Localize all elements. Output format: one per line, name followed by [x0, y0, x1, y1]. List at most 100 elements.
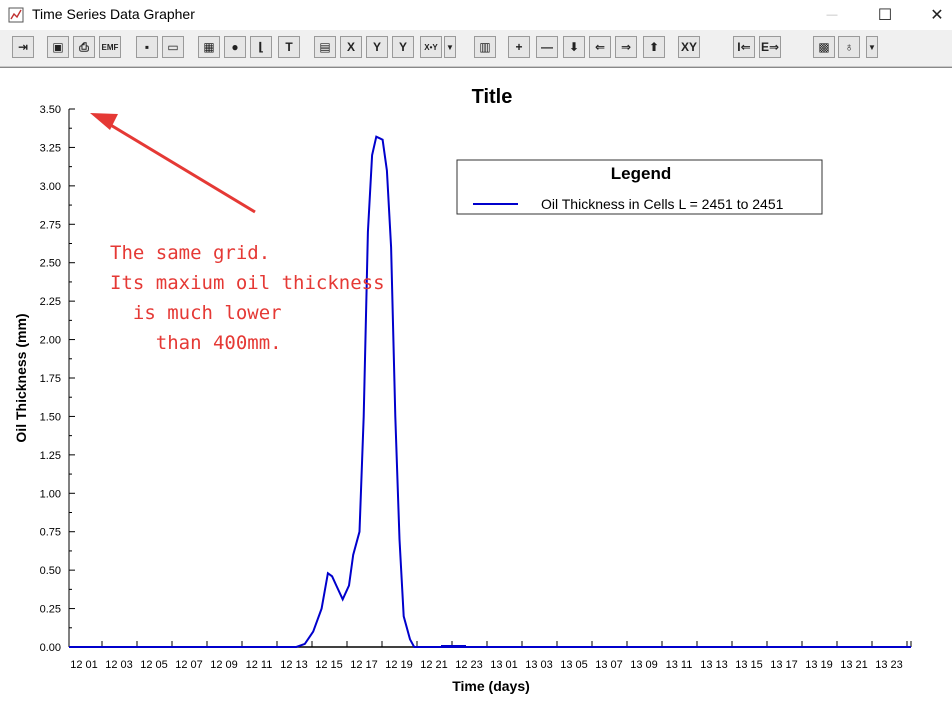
y-tick-label: 2.25	[40, 296, 61, 308]
close-button[interactable]: ✕	[914, 0, 952, 30]
pan-up-button[interactable]: ⬆	[643, 36, 665, 58]
end-bracket-icon: E⇒	[760, 40, 780, 54]
series-icon: ▤	[319, 40, 331, 54]
x-tick-label: 12 21	[420, 659, 448, 671]
minimize-button[interactable]: —	[809, 0, 855, 30]
window-title: Time Series Data Grapher	[32, 6, 195, 22]
x-tick-label: 13 01	[490, 659, 518, 671]
maximize-button[interactable]: ☐	[862, 0, 908, 30]
y-tick-label: 1.75	[40, 373, 61, 385]
y-tick-label: 2.00	[40, 335, 61, 347]
xy-button[interactable]: X•Y	[420, 36, 442, 58]
copy-bitmap-button[interactable]: ▣	[47, 36, 69, 58]
end-button[interactable]: E⇒	[759, 36, 781, 58]
arrow-right-icon: ⇒	[620, 40, 632, 54]
emf-export-icon: EMF	[101, 42, 119, 52]
annotation-line-1: The same grid.	[110, 242, 271, 264]
y-axis-button[interactable]: Y	[366, 36, 388, 58]
print-button[interactable]: ⎙	[73, 36, 95, 58]
paint-icon: ●	[231, 40, 239, 54]
y-tick-label: 1.25	[40, 450, 61, 462]
open-button[interactable]: ▭	[162, 36, 184, 58]
xy-reset-button[interactable]: XY	[678, 36, 700, 58]
x-axis-label: Time (days)	[452, 678, 530, 694]
y2-axis-icon: Y	[398, 40, 407, 54]
x-tick-label: 12 07	[175, 659, 203, 671]
grid-icon: ▦	[203, 40, 215, 54]
annotation-arrow	[90, 113, 256, 214]
y-tick-label: 2.50	[40, 258, 61, 270]
x-tick-label: 13 07	[595, 659, 623, 671]
y-tick-label: 1.50	[40, 411, 61, 423]
copy-icon: ▣	[52, 40, 64, 54]
y-tick-label: 0.25	[40, 604, 61, 616]
chevron-down-icon: ▼	[868, 42, 876, 52]
floppy-disk-icon: ▪	[144, 40, 150, 54]
fill-button[interactable]: ●	[224, 36, 246, 58]
plus-icon: +	[515, 40, 523, 54]
marker-icon: ♁	[844, 40, 854, 54]
x-tick-label: 12 19	[385, 659, 413, 671]
text-icon: T	[285, 40, 293, 54]
pan-right-button[interactable]: ⇒	[615, 36, 637, 58]
start-button[interactable]: I⇐	[733, 36, 755, 58]
x-tick-label: 13 09	[630, 659, 658, 671]
xy-dropdown-button[interactable]: ▼	[444, 36, 456, 58]
x-axis-icon: X	[346, 40, 355, 54]
legend-button[interactable]: ▥	[474, 36, 496, 58]
y-tick-label: 0.75	[40, 527, 61, 539]
annotation-line-4: than 400mm.	[110, 332, 282, 354]
legend[interactable]: Legend Oil Thickness in Cells L = 2451 t…	[456, 159, 823, 215]
save-button[interactable]: ▪	[136, 36, 158, 58]
y-tick-label: 1.00	[40, 488, 61, 500]
background-icon: ▩	[818, 40, 830, 54]
y-tick-label: 2.75	[40, 219, 61, 231]
x-tick-label: 12 17	[350, 659, 378, 671]
x-tick-label: 12 13	[280, 659, 308, 671]
legend-title: Legend	[611, 164, 671, 183]
pan-left-button[interactable]: ⇐	[589, 36, 611, 58]
y-tick-label: 3.50	[40, 104, 61, 116]
maximize-icon: ☐	[877, 7, 893, 24]
axes-icon: ⌊	[258, 40, 264, 54]
exit-button[interactable]: ⇥	[12, 36, 34, 58]
axes-button[interactable]: ⌊	[250, 36, 272, 58]
marker-button[interactable]: ♁	[838, 36, 860, 58]
y-axis-label: Oil Thickness (mm)	[13, 313, 29, 442]
title-bar: Time Series Data Grapher — ☐ ✕	[0, 0, 952, 30]
x-tick-label: 13 03	[525, 659, 553, 671]
series-button[interactable]: ▤	[314, 36, 336, 58]
export-emf-button[interactable]: EMF	[99, 36, 121, 58]
background-button[interactable]: ▩	[813, 36, 835, 58]
marker-dropdown-button[interactable]: ▼	[866, 36, 878, 58]
x-tick-label: 13 21	[840, 659, 868, 671]
x-tick-label: 13 11	[666, 659, 693, 671]
x-tick-label: 13 05	[560, 659, 588, 671]
folder-icon: ▭	[167, 40, 179, 54]
y2-axis-button[interactable]: Y	[392, 36, 414, 58]
zoom-out-button[interactable]: —	[536, 36, 558, 58]
grid-button[interactable]: ▦	[198, 36, 220, 58]
annotation-note: The same grid. Its maxium oil thickness …	[110, 238, 385, 358]
y-tick-label: 3.25	[40, 142, 61, 154]
chart-title: Title	[472, 86, 513, 108]
x-tick-label: 13 17	[770, 659, 798, 671]
annotation-line-3: is much lower	[110, 302, 282, 324]
legend-icon: ▥	[479, 40, 491, 54]
annotation-line-2: Its maxium oil thickness	[110, 272, 385, 294]
x-axis-button[interactable]: X	[340, 36, 362, 58]
toolbar: ⇥ ▣ ⎙ EMF ▪ ▭ ▦ ● ⌊ T ▤ X Y Y X•Y ▥ + — ⬇ ⇐ ⇒ ⬆ XY I⇐ E⇒ ▩ ♁ ▼ ▼	[0, 30, 952, 67]
app-icon	[8, 7, 24, 23]
x-tick-label: 12 23	[455, 659, 483, 671]
minimize-icon: —	[826, 9, 838, 21]
zoom-in-button[interactable]: +	[508, 36, 530, 58]
x-tick-label: 12 01	[70, 659, 98, 671]
x-tick-label: 13 19	[805, 659, 833, 671]
x-tick-label: 13 23	[875, 659, 903, 671]
x-tick-label: 12 05	[140, 659, 168, 671]
pan-down-button[interactable]: ⬇	[563, 36, 585, 58]
x-tick-label: 13 15	[735, 659, 763, 671]
legend-entry-label: Oil Thickness in Cells L = 2451 to 2451	[541, 196, 784, 212]
minus-icon: —	[541, 40, 553, 54]
text-button[interactable]: T	[278, 36, 300, 58]
